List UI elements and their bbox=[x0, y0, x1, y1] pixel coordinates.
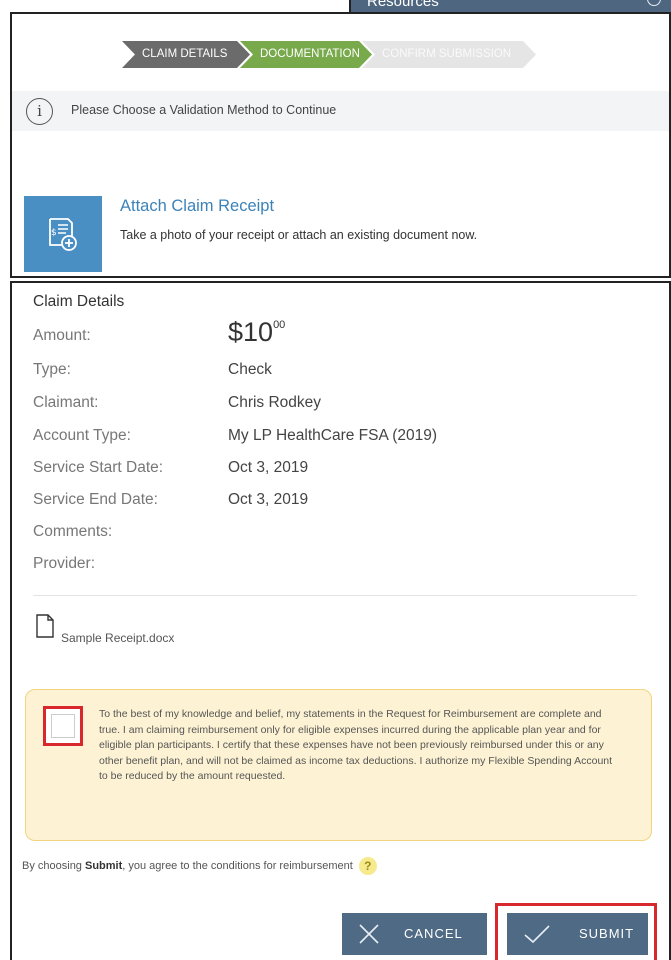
amount-cents: 00 bbox=[273, 319, 286, 331]
attach-receipt-link[interactable]: Attach Claim Receipt bbox=[120, 197, 274, 216]
detail-label: Claimant: bbox=[33, 394, 99, 411]
step-claim-details: CLAIM DETAILS bbox=[122, 41, 250, 68]
cancel-label: CANCEL bbox=[404, 926, 463, 941]
cancel-button[interactable]: CANCEL bbox=[342, 913, 487, 955]
notice-message: Please Choose a Validation Method to Con… bbox=[71, 103, 337, 117]
progress-steps: CLAIM DETAILS DOCUMENTATION CONFIRM SUBM… bbox=[122, 41, 526, 68]
claim-summary-panel: Claim Details Amount: $1000 Type: Check … bbox=[10, 281, 671, 960]
help-icon[interactable]: ? bbox=[358, 857, 377, 875]
detail-value: Oct 3, 2019 bbox=[228, 491, 309, 508]
detail-value: Chris Rodkey bbox=[228, 394, 322, 411]
detail-value: Oct 3, 2019 bbox=[228, 459, 309, 476]
chevron-down-icon[interactable] bbox=[647, 0, 661, 6]
detail-label: Service End Date: bbox=[33, 491, 158, 508]
amount-dollars: $10 bbox=[228, 317, 274, 347]
attach-receipt-description: Take a photo of your receipt or attach a… bbox=[120, 228, 478, 242]
detail-label: Provider: bbox=[33, 555, 96, 572]
detail-value: My LP HealthCare FSA (2019) bbox=[228, 427, 438, 444]
document-icon bbox=[36, 614, 54, 638]
claim-details-title: Claim Details bbox=[33, 293, 125, 310]
agreement-suffix: , you agree to the conditions for reimbu… bbox=[122, 859, 353, 872]
attachment-file-name[interactable]: Sample Receipt.docx bbox=[61, 631, 174, 645]
close-icon bbox=[359, 924, 379, 944]
detail-label: Account Type: bbox=[33, 427, 131, 444]
info-icon: i bbox=[26, 98, 53, 125]
resources-label: Resources bbox=[367, 0, 439, 10]
attach-receipt-tile[interactable]: $ bbox=[24, 196, 102, 272]
validation-panel: CLAIM DETAILS DOCUMENTATION CONFIRM SUBM… bbox=[10, 12, 671, 278]
agreement-text: By choosing Submit, you agree to the con… bbox=[22, 857, 377, 875]
checkbox-square[interactable] bbox=[51, 714, 75, 738]
step-documentation: DOCUMENTATION bbox=[240, 41, 372, 68]
detail-label: Type: bbox=[33, 361, 71, 378]
checkmark-icon bbox=[524, 925, 550, 944]
submit-label: SUBMIT bbox=[579, 926, 635, 941]
agreement-prefix: By choosing bbox=[22, 859, 85, 872]
submit-button[interactable]: SUBMIT bbox=[507, 913, 648, 955]
receipt-add-icon: $ bbox=[49, 218, 77, 251]
divider bbox=[33, 595, 637, 596]
validation-notice: i Please Choose a Validation Method to C… bbox=[12, 91, 669, 131]
certification-box: To the best of my knowledge and belief, … bbox=[25, 689, 652, 841]
detail-label: Comments: bbox=[33, 523, 113, 540]
certification-checkbox[interactable] bbox=[43, 706, 83, 746]
amount-value: $1000 bbox=[228, 317, 285, 348]
amount-label: Amount: bbox=[33, 327, 91, 344]
certification-text: To the best of my knowledge and belief, … bbox=[99, 708, 613, 783]
agreement-bold: Submit bbox=[84, 859, 123, 872]
detail-label: Service Start Date: bbox=[33, 459, 164, 476]
step-confirm-submission: CONFIRM SUBMISSION bbox=[362, 41, 536, 68]
svg-text:$: $ bbox=[51, 228, 57, 238]
detail-value: Check bbox=[228, 361, 272, 378]
